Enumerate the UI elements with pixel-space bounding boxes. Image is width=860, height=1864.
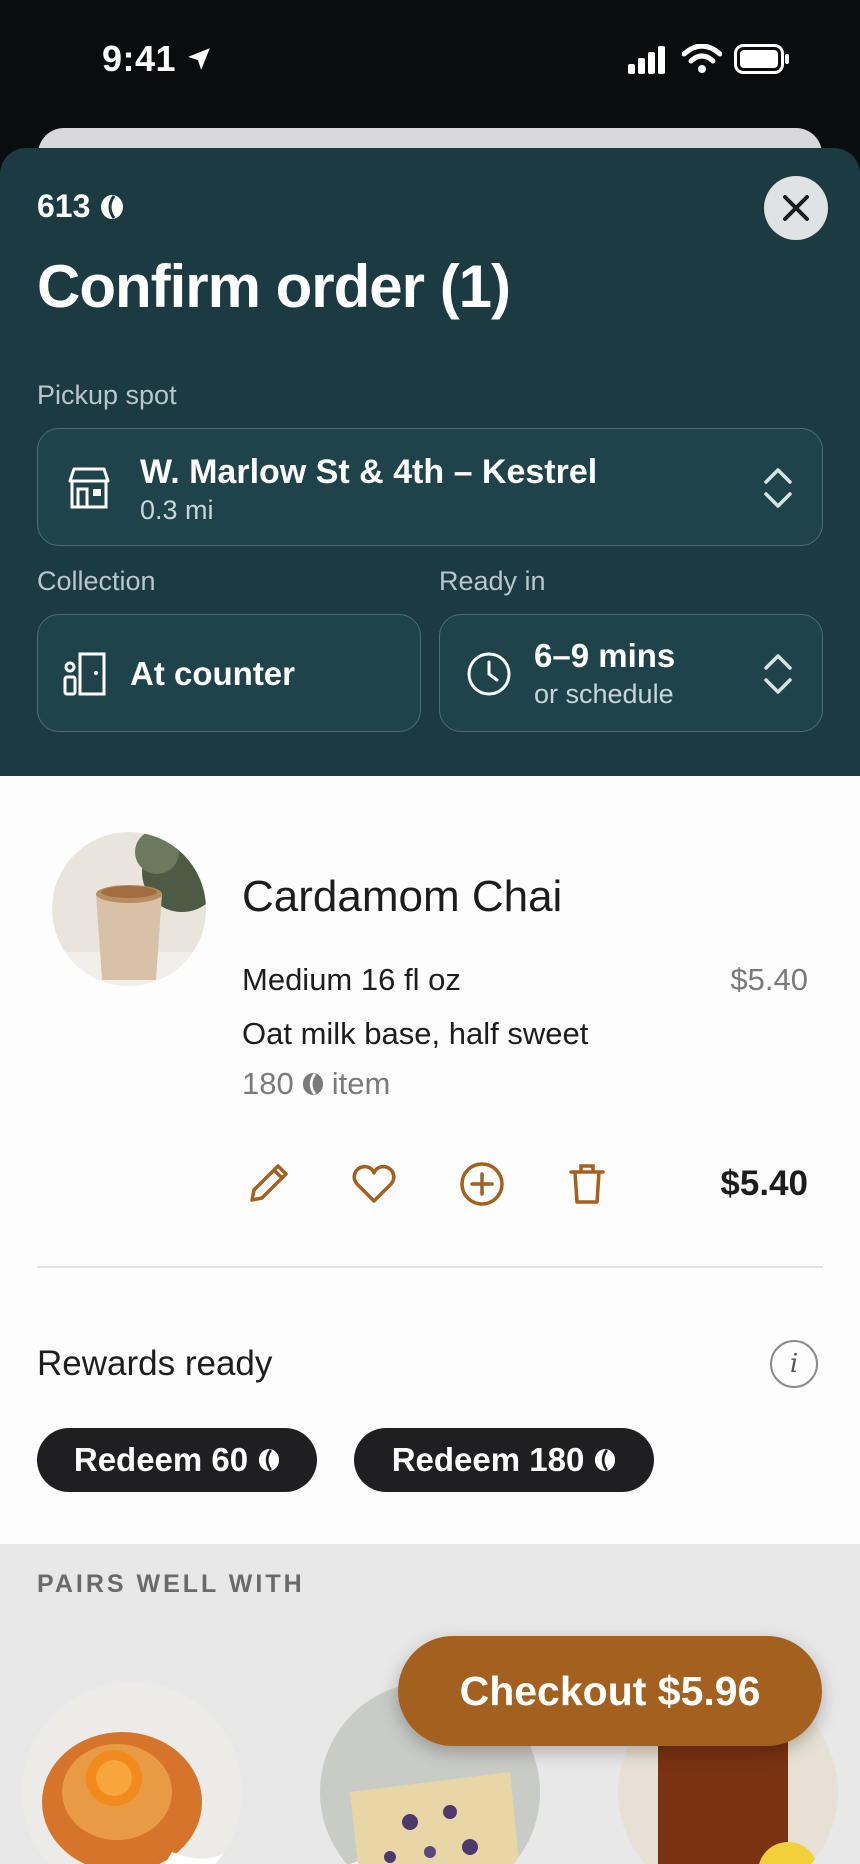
bean-icon [259,1449,280,1471]
redeem-180-button[interactable]: Redeem 180 [354,1428,654,1492]
info-button[interactable]: i [770,1340,818,1388]
info-icon: i [789,1349,799,1379]
size-price: $5.40 [730,962,808,997]
item-total-price: $5.40 [720,1164,808,1203]
pickup-store-name: W. Marlow St & 4th – Kestrel [140,453,598,491]
collection-selector[interactable]: At counter [37,614,421,732]
item-points-suffix: item [331,1066,391,1101]
trash-icon[interactable] [563,1160,611,1208]
item-points-value: 180 [242,1066,294,1101]
product-image [52,832,206,986]
add-circle-icon[interactable] [458,1160,506,1208]
wifi-icon [682,44,722,73]
status-bar: 9:41 [0,0,860,120]
bean-icon [595,1449,616,1471]
counter-icon [63,652,106,696]
collection-value: At counter [130,655,295,692]
ready-time-selector[interactable]: 6–9 mins or schedule [439,614,823,732]
battery-icon [734,44,789,74]
store-icon [68,467,110,509]
product-name: Cardamom Chai [242,872,563,921]
bean-icon [101,194,124,219]
close-button[interactable] [764,176,828,240]
pickup-spot-selector[interactable]: W. Marlow St & 4th – Kestrel 0.3 mi [37,428,823,546]
rewards-title: Rewards ready [37,1344,273,1383]
clock-icon [467,652,511,696]
checkout-button[interactable]: Checkout $5.96 [398,1636,822,1746]
chevron-up-down-icon [764,468,792,508]
chevron-up-down-icon [764,654,792,694]
pickup-distance: 0.3 mi [140,495,214,525]
redeem-label: Redeem 180 [391,1441,585,1478]
item-points: 180 item [242,1066,390,1102]
divider [37,1266,823,1268]
redeem-label: Redeem 60 [73,1441,249,1478]
pickup-label: Pickup spot [37,380,177,410]
bean-icon [302,1073,323,1095]
points-value: 613 [37,188,91,224]
checkout-label: Checkout $5.96 [459,1667,761,1714]
pairs-label: PAIRS WELL WITH [37,1570,305,1598]
ready-in-label: Ready in [439,566,546,596]
points-balance: 613 [37,188,124,225]
product-customization: Oat milk base, half sweet [242,1016,589,1051]
favorite-heart-icon[interactable] [350,1160,398,1208]
product-size: Medium 16 fl oz [242,962,461,997]
ready-time-value: 6–9 mins [534,637,676,674]
redeem-60-button[interactable]: Redeem 60 [37,1428,317,1492]
signal-icon [628,46,665,74]
collection-label: Collection [37,566,156,596]
ready-time-sub: or schedule [534,679,674,709]
close-icon [783,195,809,221]
page-title: Confirm order (1) [37,253,511,320]
edit-pencil-icon[interactable] [244,1160,292,1208]
location-arrow-icon [188,48,210,70]
status-time: 9:41 [102,38,177,79]
